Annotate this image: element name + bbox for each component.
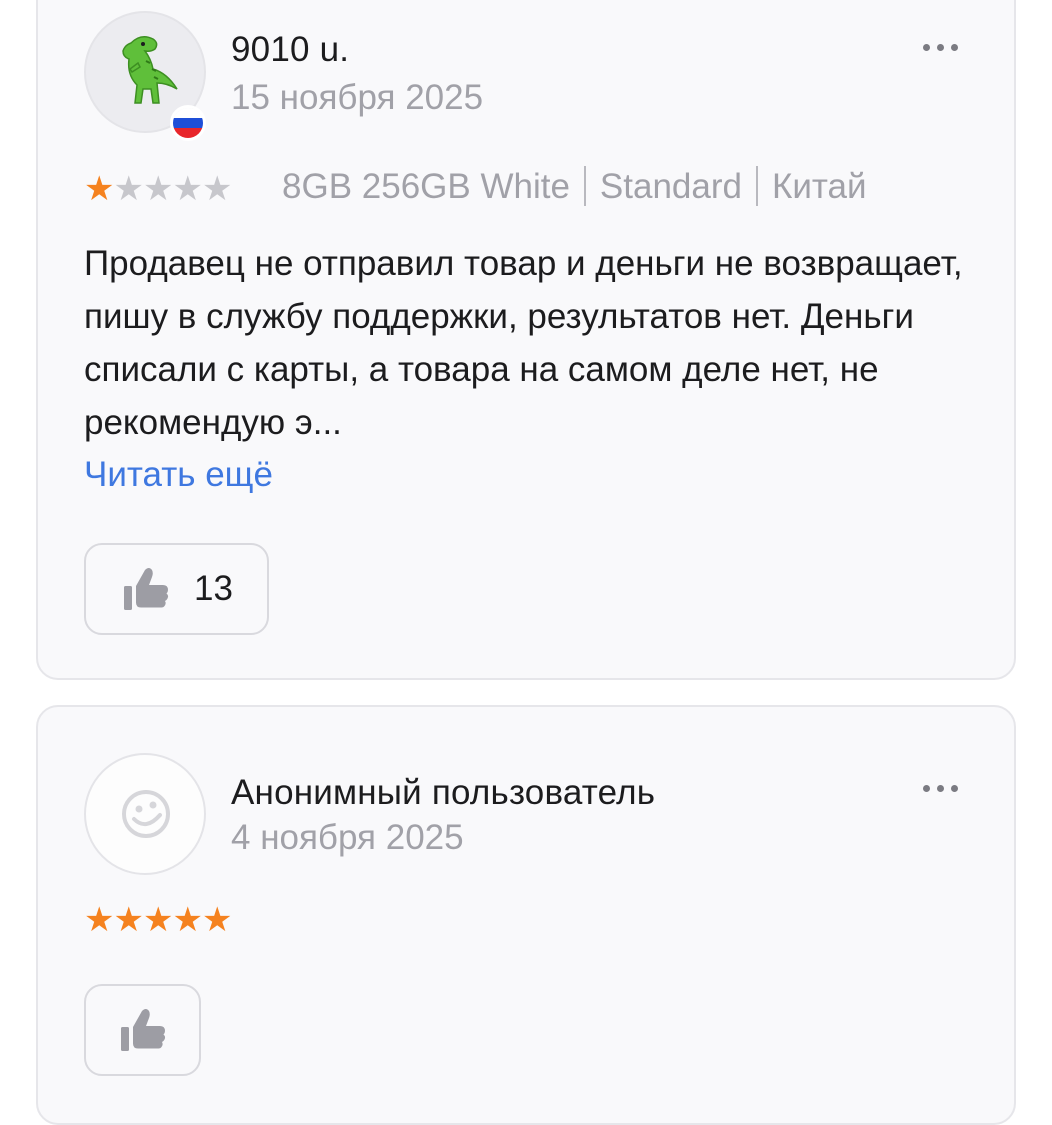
variant-edition: Standard <box>599 167 742 206</box>
star-filled-icon: ★ <box>113 901 144 939</box>
helpful-button[interactable] <box>84 984 201 1076</box>
rating-stars: ★★★★★ <box>84 901 233 939</box>
russia-flag-icon <box>170 105 206 141</box>
avatar[interactable] <box>84 753 206 875</box>
review-date: 15 ноября 2025 <box>231 78 484 117</box>
read-more-link[interactable]: Читать ещё <box>84 455 273 495</box>
divider <box>755 166 758 206</box>
star-filled-icon: ★ <box>172 901 203 939</box>
star-empty-icon: ★ <box>172 170 203 208</box>
variant-region: Китай <box>771 167 867 206</box>
variant-config: 8GB 256GB White <box>282 167 570 206</box>
star-empty-icon: ★ <box>142 170 174 208</box>
star-filled-icon: ★ <box>84 170 115 208</box>
star-filled-icon: ★ <box>142 901 174 939</box>
star-empty-icon: ★ <box>113 170 144 208</box>
divider <box>583 166 586 206</box>
product-variant: 8GB 256GB White Standard Китай <box>282 166 867 207</box>
star-empty-icon: ★ <box>201 170 233 208</box>
thumbs-up-icon <box>121 1009 166 1051</box>
more-options-icon[interactable] <box>923 44 958 51</box>
review-author: Анонимный пользователь <box>231 773 656 812</box>
review-card: Анонимный пользователь 4 ноября 2025 ★★★… <box>36 705 1016 1125</box>
more-options-icon[interactable] <box>923 785 958 792</box>
star-filled-icon: ★ <box>84 901 115 939</box>
review-date: 4 ноября 2025 <box>231 818 464 857</box>
thumbs-up-icon <box>124 568 169 610</box>
rating-stars: ★★★★★ <box>84 170 233 208</box>
review-card: 9010 u. 15 ноября 2025 ★★★★★ 8GB 256GB W… <box>36 0 1016 680</box>
review-text: Продавец не отправил товар и деньги не в… <box>84 244 963 442</box>
likes-count: 13 <box>194 569 233 608</box>
star-filled-icon: ★ <box>201 901 233 939</box>
smiley-placeholder-icon <box>122 790 170 838</box>
helpful-button[interactable]: 13 <box>84 543 269 635</box>
review-author: 9010 u. <box>231 30 350 69</box>
